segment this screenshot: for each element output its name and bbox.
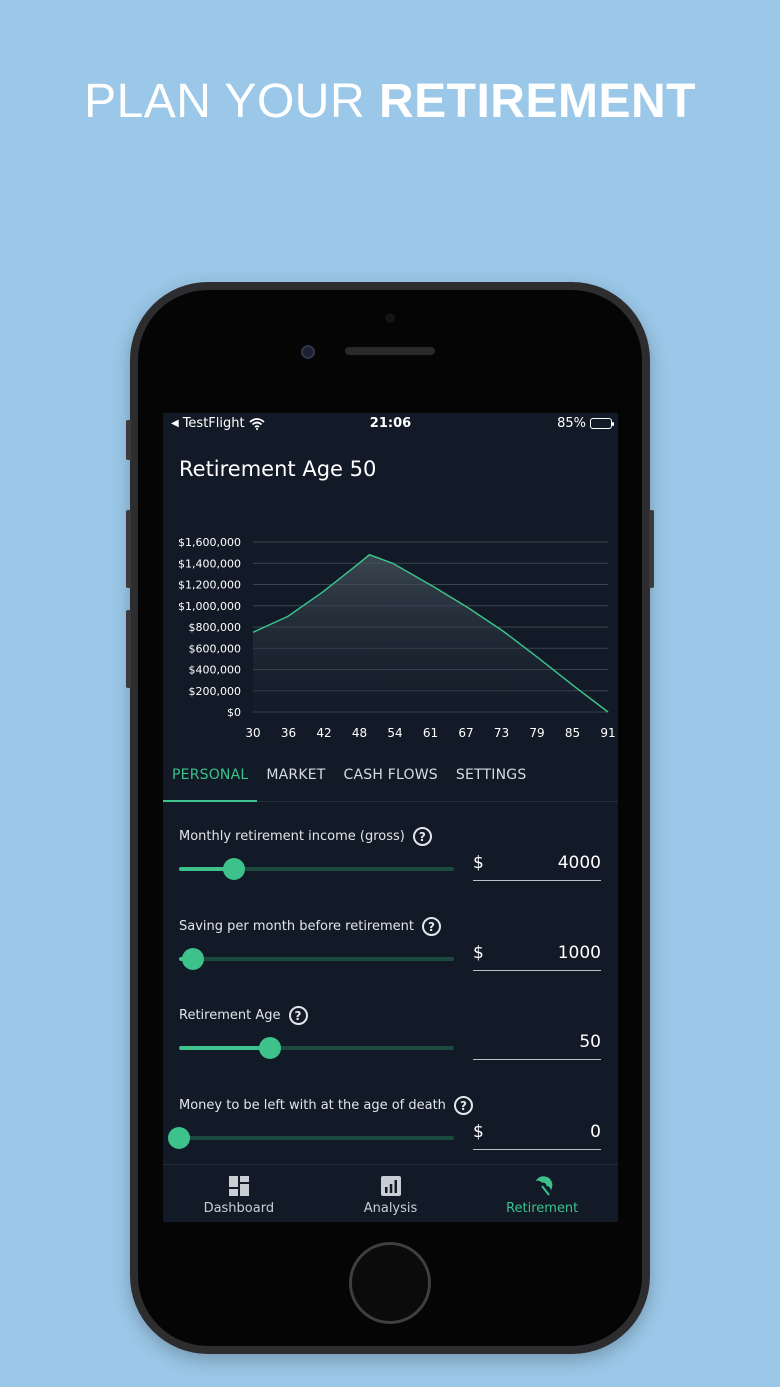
x-tick-label: 61 [423, 726, 438, 740]
y-tick-label: $1,000,000 [178, 600, 241, 613]
nav-dashboard[interactable]: Dashboard [163, 1165, 315, 1222]
field-label-text: Money to be left with at the age of deat… [179, 1098, 446, 1113]
retirement-chart: $0 $200,000 $400,000 $600,000 $800,000 $1,000… [163, 525, 618, 750]
x-tick-label: 85 [565, 726, 580, 740]
field-label: Retirement Age ? [179, 1006, 308, 1025]
tab-cash-flows[interactable]: CASH FLOWS [335, 760, 447, 801]
y-tick-label: $1,600,000 [178, 536, 241, 549]
slider-thumb[interactable] [168, 1127, 190, 1149]
power-button [649, 510, 654, 588]
money-left-input[interactable]: $ 0 [473, 1120, 601, 1150]
nav-label: Retirement [506, 1201, 579, 1216]
x-tick-label: 73 [494, 726, 509, 740]
x-tick-label: 54 [387, 726, 402, 740]
monthly-income-slider[interactable] [179, 858, 454, 880]
y-tick-label: $800,000 [189, 621, 242, 634]
y-tick-label: $600,000 [189, 642, 242, 655]
page-title: Retirement Age 50 [179, 457, 377, 481]
nav-retirement[interactable]: Retirement [466, 1165, 618, 1222]
slider-fill [179, 1046, 270, 1050]
headline: PLAN YOUR RETIREMENT [0, 74, 780, 129]
help-icon[interactable]: ? [288, 1006, 308, 1025]
nav-analysis[interactable]: Analysis [315, 1165, 467, 1222]
status-right: 85% [557, 416, 614, 431]
help-icon[interactable]: ? [422, 917, 441, 936]
earpiece-speaker [345, 347, 435, 355]
y-tick-label: $400,000 [189, 664, 242, 677]
currency-prefix: $ [473, 943, 484, 963]
battery-percent: 85% [557, 416, 586, 431]
front-camera [301, 345, 315, 359]
field-value: 4000 [557, 853, 601, 873]
home-button[interactable] [349, 1242, 431, 1324]
volume-down-button [126, 610, 131, 688]
y-tick-label: $200,000 [189, 685, 242, 698]
retirement-age-slider[interactable] [179, 1037, 454, 1059]
help-icon[interactable]: ? [453, 1096, 473, 1115]
monthly-income-input[interactable]: $ 4000 [473, 851, 601, 881]
tab-settings[interactable]: SETTINGS [447, 760, 536, 801]
field-label-text: Monthly retirement income (gross) [179, 829, 405, 844]
proximity-sensor [385, 313, 395, 323]
x-tick-label: 30 [245, 726, 260, 740]
currency-prefix: $ [473, 853, 484, 873]
money-left-slider[interactable] [168, 1127, 454, 1149]
x-tick-label: 42 [316, 726, 331, 740]
saving-input[interactable]: $ 1000 [473, 941, 601, 971]
tab-personal[interactable]: PERSONAL [163, 760, 258, 802]
battery-icon [590, 418, 614, 429]
headline-bold: RETIREMENT [378, 75, 696, 128]
x-tick-label: 67 [458, 726, 473, 740]
field-label-text: Retirement Age [179, 1008, 281, 1023]
tab-bar: PERSONAL MARKET CASH FLOWS SETTINGS [163, 760, 618, 802]
y-tick-label: $1,200,000 [178, 579, 241, 592]
field-value: 1000 [557, 943, 601, 963]
tab-market[interactable]: MARKET [257, 760, 334, 801]
help-icon[interactable]: ? [412, 827, 432, 846]
field-label: Monthly retirement income (gross) ? [179, 827, 432, 846]
volume-up-button [126, 510, 131, 588]
field-value: 0 [590, 1122, 601, 1142]
status-bar: ◀ TestFlight 21:06 85% [163, 413, 618, 435]
field-label: Saving per month before retirement ? [179, 917, 441, 936]
y-tick-label: $1,400,000 [178, 557, 241, 570]
headline-light: PLAN YOUR [84, 75, 379, 128]
x-tick-label: 79 [529, 726, 544, 740]
x-tick-label: 48 [352, 726, 367, 740]
field-label-text: Saving per month before retirement [179, 919, 414, 934]
dashboard-icon [228, 1176, 249, 1196]
chart-area [253, 554, 608, 712]
slider-thumb[interactable] [258, 1037, 281, 1059]
bottom-nav: Dashboard Analysis Retirement [163, 1164, 618, 1222]
y-tick-label: $0 [227, 706, 241, 719]
nav-label: Analysis [363, 1201, 418, 1216]
analysis-icon [380, 1176, 401, 1196]
app-screen: ◀ TestFlight 21:06 85% Retirement Age 50… [163, 413, 618, 1222]
currency-prefix: $ [473, 1122, 484, 1142]
slider-thumb[interactable] [181, 948, 204, 970]
slider-thumb[interactable] [223, 858, 245, 880]
chart-svg: $0 $200,000 $400,000 $600,000 $800,000 $1,000… [178, 536, 616, 740]
status-time: 21:06 [369, 416, 412, 431]
x-tick-label: 91 [600, 726, 615, 740]
nav-label: Dashboard [203, 1201, 275, 1216]
field-value: 50 [579, 1032, 601, 1052]
field-label: Money to be left with at the age of deat… [179, 1096, 473, 1115]
x-tick-label: 36 [281, 726, 296, 740]
saving-slider[interactable] [179, 948, 454, 970]
mute-switch [126, 420, 131, 460]
umbrella-icon [535, 1176, 553, 1196]
retirement-age-input[interactable]: 50 [473, 1030, 601, 1060]
